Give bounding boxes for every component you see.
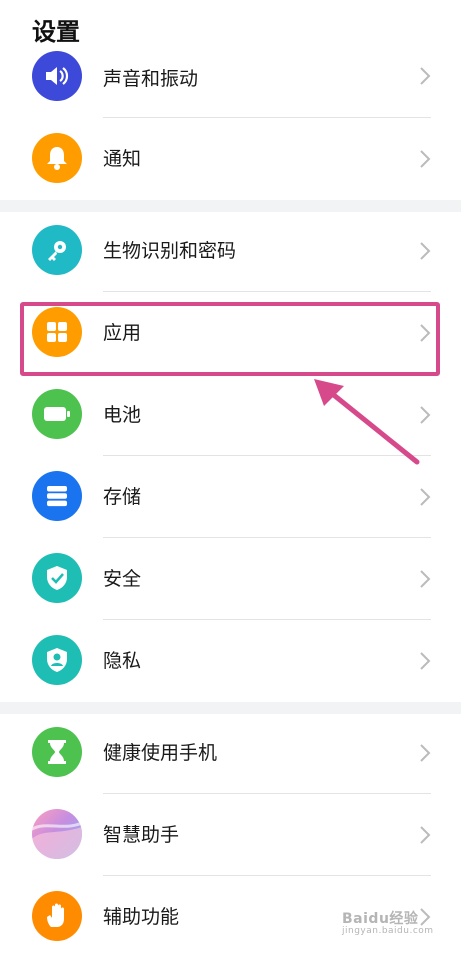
settings-item-security[interactable]: 安全: [0, 538, 461, 620]
settings-item-privacy[interactable]: 隐私: [0, 620, 461, 702]
chevron-right-icon: [420, 488, 431, 506]
watermark: Baidu经验 jingyan.baidu.com: [342, 908, 434, 936]
settings-item-label: 声音和振动: [103, 68, 199, 90]
settings-item-label: 健康使用手机: [103, 742, 218, 764]
chevron-right-icon: [420, 744, 431, 762]
settings-item-label: 隐私: [103, 650, 142, 672]
chevron-right-icon: [420, 150, 431, 168]
settings-item-label: 安全: [103, 568, 142, 590]
settings-item-label: 智慧助手: [103, 824, 180, 846]
battery-icon: [32, 389, 82, 439]
privacy-shield-icon: [32, 635, 82, 685]
settings-item-label: 存储: [103, 486, 142, 508]
annotation-arrow-icon: [314, 379, 420, 465]
volume-icon: [32, 51, 82, 101]
storage-icon: [32, 471, 82, 521]
hand-icon: [32, 891, 82, 941]
settings-item-notifications[interactable]: 通知: [0, 118, 461, 200]
shield-check-icon: [32, 553, 82, 603]
settings-item-label: 生物识别和密码: [103, 240, 237, 262]
settings-item-label: 辅助功能: [103, 906, 180, 928]
key-icon: [32, 225, 82, 275]
settings-item-sound[interactable]: 声音和振动: [0, 36, 461, 118]
settings-item-label: 电池: [103, 404, 142, 426]
hourglass-icon: [32, 727, 82, 777]
settings-item-digital-balance[interactable]: 健康使用手机: [0, 712, 461, 794]
watermark-subtext: jingyan.baidu.com: [342, 926, 434, 936]
chevron-right-icon: [420, 67, 431, 85]
chevron-right-icon: [420, 570, 431, 588]
chevron-right-icon: [420, 826, 431, 844]
settings-item-assistant[interactable]: 智慧助手: [0, 794, 461, 876]
chevron-right-icon: [420, 242, 431, 260]
settings-item-biometrics[interactable]: 生物识别和密码: [0, 210, 461, 292]
chevron-right-icon: [420, 652, 431, 670]
highlight-box: [20, 302, 440, 376]
bell-icon: [32, 133, 82, 183]
assistant-icon: [32, 809, 82, 859]
settings-item-label: 通知: [103, 148, 142, 170]
watermark-text: Baidu经验: [342, 911, 419, 927]
